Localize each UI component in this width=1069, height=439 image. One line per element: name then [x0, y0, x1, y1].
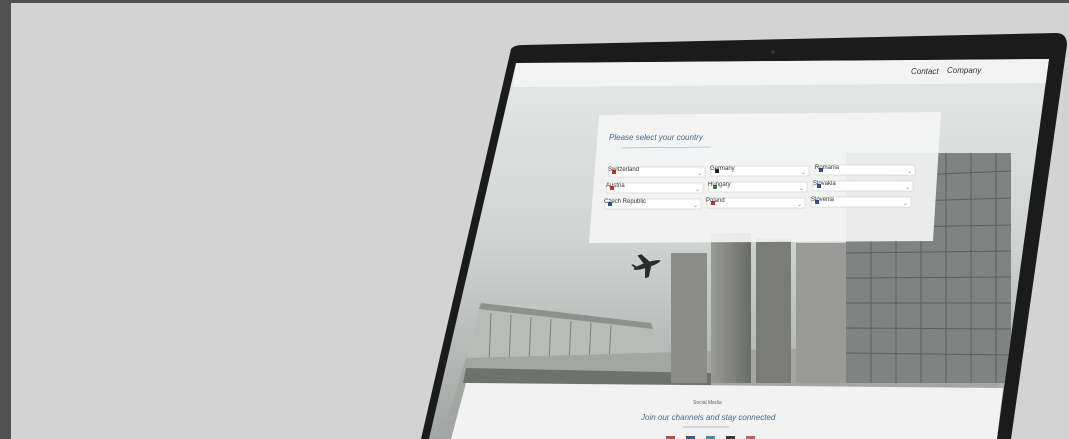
country-option-czech-republic[interactable]: Czech Republic: [604, 199, 646, 205]
country-option-germany[interactable]: Germany: [710, 166, 735, 172]
screen-text-layer: Contact Company Please select your count…: [11, 3, 1069, 439]
country-panel-title: Please select your country: [609, 133, 703, 142]
country-option-switzerland[interactable]: Switzerland: [608, 167, 639, 173]
country-option-romania[interactable]: Romania: [815, 165, 839, 171]
country-option-poland[interactable]: Poland: [706, 198, 725, 204]
country-option-austria[interactable]: Austria: [606, 183, 625, 189]
social-tagline: Join our channels and stay connected: [641, 413, 776, 422]
social-media-title: Social Media: [693, 400, 722, 406]
country-option-slovakia[interactable]: Slovakia: [813, 181, 836, 187]
nav-contact-link[interactable]: Contact: [911, 67, 939, 76]
country-option-slovenia[interactable]: Slovenia: [811, 197, 834, 203]
presentation-stage: ⌄ ⌄ ⌄ ⌄ ⌄ ⌄ ⌄ ⌄ ⌄ Contact Company Please…: [11, 3, 1069, 439]
nav-company-link[interactable]: Company: [947, 66, 981, 75]
country-option-hungary[interactable]: Hungary: [708, 182, 731, 188]
